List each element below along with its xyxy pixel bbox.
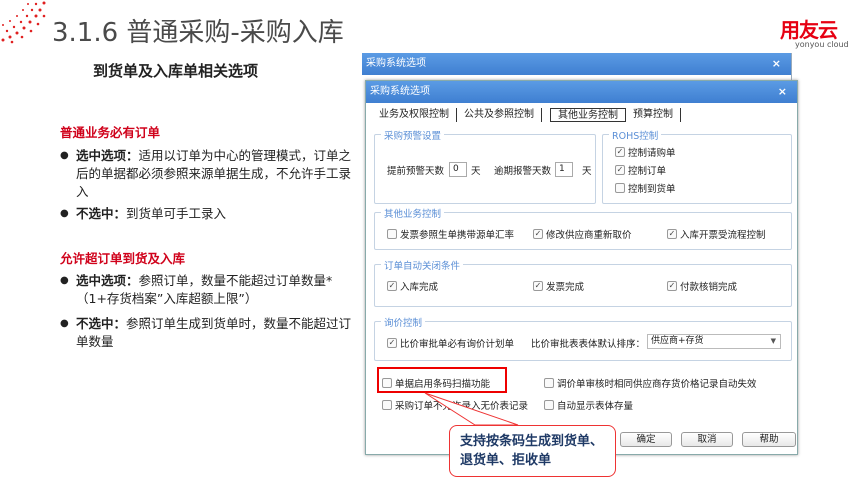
bullet-text: 到货单可手工录入: [126, 206, 227, 221]
slide-subtitle: 到货单及入库单相关选项: [93, 62, 259, 80]
bullet-label: 不选中：: [76, 206, 127, 221]
checkbox-label: 修改供应商重新取价: [546, 230, 632, 241]
checkbox-control-order[interactable]: ✓ 控制订单: [615, 163, 666, 177]
checkbox-invoice-complete[interactable]: ✓ 发票完成: [533, 279, 584, 293]
sort-select[interactable]: 供应商+存货 ▼: [647, 334, 781, 349]
slide-title: 3.1.6 普通采购-采购入库: [52, 18, 344, 48]
checkbox-inbound-complete[interactable]: ✓ 入库完成: [387, 279, 438, 293]
checkbox-invoice-rate[interactable]: 发票参照生单携带源单汇率: [387, 227, 514, 241]
checkbox-label: 入库完成: [400, 282, 439, 293]
bullet-label: 不选中：: [76, 316, 127, 331]
bullet-item: 选中选项：适用以订单为中心的管理模式，订单之后的单据都必须参照来源单据生成，不允…: [60, 147, 355, 201]
advance-days-label: 提前预警天数: [387, 166, 445, 177]
bullet-label: 选中选项：: [76, 273, 139, 288]
group-title: 采购预警设置: [381, 128, 445, 142]
yonyou-logo-sub: yonyou cloud: [795, 40, 849, 49]
highlight-box: [377, 367, 507, 393]
checkbox-control-arrival[interactable]: 控制到货单: [615, 181, 676, 195]
callout-note: 支持按条码生成到货单、退货单、拒收单: [449, 425, 616, 477]
checkbox-control-requisition[interactable]: ✓ 控制请购单: [615, 145, 676, 159]
tab-business-permission[interactable]: 业务及权限控制: [372, 108, 457, 122]
group-price-control: 询价控制 ✓ 比价审批单必有询价计划单 比价审批表表体默认排序： 供应商+存货 ▼: [374, 315, 792, 361]
decorative-dots: [1, 1, 46, 44]
bullet-label: 选中选项：: [76, 148, 139, 163]
tab-common-reference[interactable]: 公共及参照控制: [457, 108, 542, 122]
checkbox-label: 比价审批单必有询价计划单: [400, 339, 515, 350]
group-title: 其他业务控制: [381, 206, 445, 220]
bullet-item: 不选中：参照订单生成到货单时，数量不能超过订单数量: [60, 315, 355, 351]
cancel-button[interactable]: 取消: [681, 432, 733, 447]
unit-label: 天: [582, 166, 592, 177]
close-icon[interactable]: ×: [778, 81, 787, 103]
yonyou-logo: 用友云: [780, 18, 838, 42]
checkbox-label: 控制请购单: [628, 148, 676, 159]
group-close-conditions: 订单自动关闭条件 ✓ 入库完成 ✓ 发票完成 ✓ 付款核销完成: [374, 258, 792, 307]
sort-value: 供应商+存货: [651, 336, 704, 346]
checkbox-supplier-reprice[interactable]: ✓ 修改供应商重新取价: [533, 227, 632, 241]
overdue-days-label: 逾期报警天数: [494, 166, 552, 177]
dialog-titlebar: 采购系统选项 ×: [362, 53, 791, 75]
close-icon[interactable]: ×: [772, 53, 781, 75]
ok-button[interactable]: 确定: [620, 432, 672, 447]
group-title: ROHS控制: [609, 128, 662, 142]
checkbox-label: 发票完成: [546, 282, 585, 293]
background-dialog: 采购系统选项 ×: [362, 53, 792, 83]
checkbox-payment-complete[interactable]: ✓ 付款核销完成: [667, 279, 737, 293]
checkbox-price-invalidate[interactable]: 调价单审核时相同供应商存货价格记录自动失效: [544, 376, 757, 390]
group-title: 询价控制: [381, 315, 426, 329]
sort-label: 比价审批表表体默认排序：: [531, 339, 646, 350]
checkbox-label: 调价单审核时相同供应商存货价格记录自动失效: [557, 379, 757, 390]
checkbox-label: 付款核销完成: [680, 282, 738, 293]
checkbox-label: 入库开票受流程控制: [680, 230, 766, 241]
tab-bar: 业务及权限控制 公共及参照控制 其他业务控制 预算控制: [372, 108, 681, 122]
unit-label: 天: [471, 166, 481, 177]
purchase-options-dialog: 采购系统选项 × 业务及权限控制 公共及参照控制 其他业务控制 预算控制 采购预警…: [365, 80, 798, 455]
overdue-days-input[interactable]: 1: [555, 162, 573, 177]
checkbox-label: 控制订单: [628, 166, 667, 177]
checkbox-label: 自动显示表体存量: [557, 401, 634, 412]
advance-days-input[interactable]: 0: [449, 162, 467, 177]
checkbox-show-stock[interactable]: 自动显示表体存量: [544, 398, 633, 412]
checkbox-no-price-record[interactable]: 采购订单不允许录入无价表记录: [382, 398, 528, 412]
checkbox-label: 发票参照生单携带源单汇率: [400, 230, 515, 241]
checkbox-inquiry-plan[interactable]: ✓ 比价审批单必有询价计划单: [387, 336, 514, 350]
section-heading: 普通业务必有订单: [60, 125, 161, 140]
group-other: 其他业务控制 发票参照生单携带源单汇率 ✓ 修改供应商重新取价 ✓ 入库开票受流程控…: [374, 206, 792, 250]
bullet-item: 不选中：到货单可手工录入: [60, 205, 355, 223]
chevron-down-icon: ▼: [770, 337, 776, 345]
help-button[interactable]: 帮助: [742, 432, 796, 447]
section-heading: 允许超订单到货及入库: [60, 251, 186, 266]
dialog-title: 采购系统选项: [366, 58, 426, 69]
dialog-title: 采购系统选项: [370, 86, 430, 97]
dialog-titlebar: 采购系统选项 ×: [366, 81, 797, 103]
group-warning: 采购预警设置 提前预警天数 0 天 逾期报警天数 1 天: [374, 128, 596, 204]
tab-budget[interactable]: 预算控制: [626, 108, 681, 122]
checkbox-label: 控制到货单: [628, 184, 676, 195]
group-rohs: ROHS控制 ✓ 控制请购单 ✓ 控制订单 控制到货单: [602, 128, 792, 204]
checkbox-label: 采购订单不允许录入无价表记录: [395, 401, 529, 412]
checkbox-inbound-flow[interactable]: ✓ 入库开票受流程控制: [667, 227, 766, 241]
group-title: 订单自动关闭条件: [381, 258, 464, 272]
bullet-item: 选中选项：参照订单，数量不能超过订单数量*（1+存货档案”入库超额上限”）: [60, 272, 355, 308]
tab-other-business[interactable]: 其他业务控制: [550, 108, 626, 122]
